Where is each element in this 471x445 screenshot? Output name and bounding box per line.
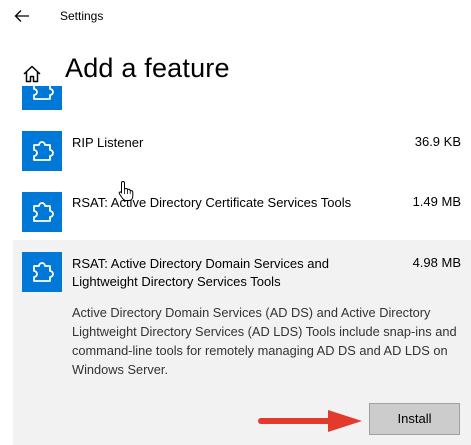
home-icon <box>23 65 41 83</box>
puzzle-piece-icon <box>22 192 62 232</box>
home-button[interactable] <box>20 62 44 86</box>
puzzle-piece-icon <box>22 131 62 171</box>
window-title: Settings <box>60 9 104 23</box>
feature-item-partial[interactable] <box>22 86 62 110</box>
feature-item-rsat-adcs[interactable]: RSAT: Active Directory Certificate Servi… <box>0 182 471 234</box>
feature-name-line1: RSAT: Active Directory Domain Services a… <box>72 256 329 271</box>
puzzle-piece-icon <box>22 86 62 110</box>
feature-name: RSAT: Active Directory Certificate Servi… <box>72 195 352 210</box>
feature-description: Active Directory Domain Services (AD DS)… <box>72 305 457 377</box>
puzzle-piece-icon <box>22 252 62 292</box>
install-button[interactable]: Install <box>369 403 460 435</box>
feature-size: 4.98 MB <box>412 255 461 270</box>
back-arrow-icon <box>14 10 29 22</box>
feature-size: 36.9 KB <box>414 134 461 149</box>
red-arrow-annotation-icon <box>258 410 362 432</box>
feature-size: 1.49 MB <box>412 194 461 209</box>
back-button[interactable] <box>9 5 35 27</box>
feature-item-rip-listener[interactable]: RIP Listener 36.9 KB <box>0 122 471 174</box>
title-bar: Settings <box>0 0 471 34</box>
page-title: Add a feature <box>65 53 230 83</box>
feature-name-line2: Lightweight Directory Services Tools <box>72 274 281 289</box>
hand-pointer-icon <box>118 180 134 201</box>
feature-name: RIP Listener <box>72 135 144 150</box>
